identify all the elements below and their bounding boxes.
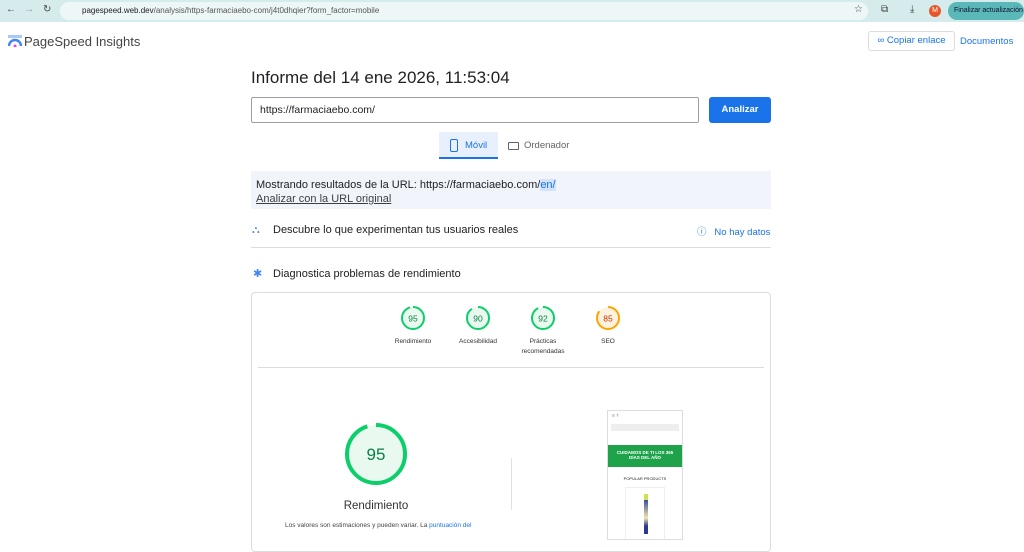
- notice-text: Mostrando resultados de la URL: https://…: [256, 179, 541, 191]
- crux-title: Descubre lo que experimentan tus usuario…: [273, 224, 519, 236]
- diagnose-icon: ✱: [253, 268, 263, 280]
- gauge-ring-icon: 90: [466, 306, 490, 330]
- note-text: Los valores son estimaciones y pueden va…: [285, 522, 430, 529]
- score-gauge-2[interactable]: 92 Prácticas recomendadas: [508, 305, 578, 357]
- url-path: /analysis/https-farmaciaebo-com/j4t0dhqi…: [153, 6, 380, 15]
- page-title: Informe del 14 ene 2026, 11:53:04: [251, 68, 510, 87]
- score-value: 85: [603, 314, 613, 324]
- laptop-icon: [508, 142, 519, 150]
- pagespeed-logo-icon: [8, 35, 22, 47]
- main-score-gauge: 95: [316, 421, 436, 492]
- score-gauge-1[interactable]: 90 Accesibilidad: [443, 305, 513, 347]
- docs-link[interactable]: Documentos: [960, 36, 1013, 47]
- back-icon[interactable]: ←: [6, 4, 16, 15]
- tab-mobile-label: Móvil: [465, 140, 488, 151]
- link-icon: ∞: [877, 35, 887, 46]
- users-icon: ⛬: [252, 224, 260, 236]
- download-icon[interactable]: ⤓: [910, 4, 914, 15]
- page-screenshot: ≡ ⚕ CUIDAMOS DE TI LOS 365 DÍAS DEL AÑO …: [607, 410, 683, 540]
- score-gauge-3[interactable]: 85 SEO: [573, 305, 643, 347]
- score-note: Los valores son estimaciones y pueden va…: [285, 522, 471, 529]
- analyze-original-link[interactable]: Analizar con la URL original: [256, 193, 391, 205]
- score-label: Prácticas recomendadas: [521, 338, 565, 355]
- main-score-label: Rendimiento: [343, 500, 409, 512]
- forward-icon[interactable]: →: [24, 4, 34, 15]
- score-value: 95: [408, 314, 418, 324]
- divider: [258, 367, 764, 368]
- score-label: Rendimiento: [394, 338, 432, 345]
- tab-desktop[interactable]: Ordenador: [506, 132, 586, 159]
- score-label: Accesibilidad: [459, 338, 497, 345]
- url-host: pagespeed.web.dev: [82, 6, 154, 15]
- update-button[interactable]: Finalizar actualización: [948, 2, 1024, 20]
- diag-title: Diagnostica problemas de rendimiento: [273, 268, 461, 280]
- no-data-link[interactable]: ⓘ No hay datos: [697, 224, 770, 238]
- url-input[interactable]: https://farmaciaebo.com/: [251, 97, 699, 123]
- score-value: 92: [538, 314, 548, 324]
- divider: [251, 247, 771, 248]
- tab-mobile[interactable]: Móvil: [439, 132, 498, 159]
- score-link[interactable]: puntuación del: [429, 522, 471, 529]
- score-gauge-0[interactable]: 95 Rendimiento: [378, 305, 448, 347]
- extensions-icon[interactable]: ⧉: [881, 4, 888, 15]
- score-label: SEO: [601, 338, 615, 345]
- analyze-button[interactable]: Analizar: [709, 97, 771, 123]
- gauge-ring-icon: 92: [531, 306, 555, 330]
- thumb-banner: CUIDAMOS DE TI LOS 365 DÍAS DEL AÑO: [608, 445, 682, 467]
- thumb-search: [611, 424, 679, 431]
- copy-link-label: Copiar enlace: [886, 35, 946, 46]
- gauge-ring-icon: 85: [596, 306, 620, 330]
- gauge-ring-icon: 95: [401, 306, 425, 330]
- main-score-value: 95: [367, 445, 386, 464]
- reload-icon[interactable]: ↻: [43, 4, 51, 15]
- info-icon: ⓘ: [697, 227, 715, 238]
- redirect-notice: Mostrando resultados de la URL: https://…: [251, 171, 771, 209]
- avatar[interactable]: M: [929, 5, 941, 17]
- phone-icon: [450, 139, 458, 152]
- thumb-section: POPULAR PRODUCTS: [623, 476, 667, 481]
- address-bar[interactable]: pagespeed.web.dev/analysis/https-farmaci…: [60, 2, 868, 20]
- star-icon[interactable]: ☆: [854, 4, 863, 15]
- copy-link-button[interactable]: ∞ Copiar enlace: [868, 31, 955, 51]
- brand-title[interactable]: PageSpeed Insights: [24, 34, 140, 49]
- score-value: 90: [473, 314, 483, 324]
- divider: [511, 458, 512, 510]
- no-data-label: No hay datos: [714, 227, 771, 238]
- notice-url-suffix: en/: [540, 179, 556, 191]
- tab-desktop-label: Ordenador: [524, 140, 570, 151]
